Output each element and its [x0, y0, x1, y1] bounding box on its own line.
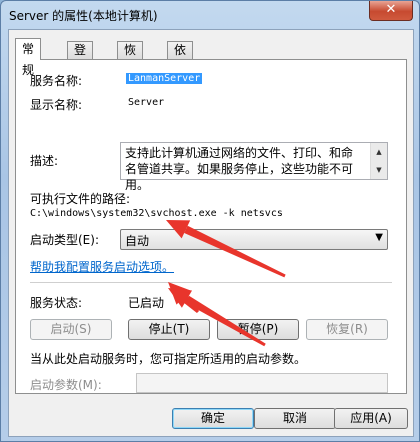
tab-recovery[interactable]: 恢复 [117, 41, 144, 74]
params-label: 启动参数(M): [30, 378, 102, 392]
service-name-label: 服务名称: [30, 74, 83, 88]
window-title: Server 的属性(本地计算机) [9, 9, 158, 23]
chevron-down-icon: ▼ [375, 232, 383, 243]
close-button[interactable]: ✕ [369, 1, 413, 21]
stop-button[interactable]: 停止(T) [128, 319, 210, 340]
status-label: 服务状态: [30, 296, 83, 310]
divider [30, 282, 392, 283]
tab-logon[interactable]: 登录 [67, 41, 94, 74]
description-text: 支持此计算机通过网络的文件、打印、和命名管道共享。如果服务停止，这些功能不可用。 [125, 146, 354, 192]
description-scrollbar[interactable]: ▲ ▼ [370, 143, 387, 179]
display-name-label: 显示名称: [30, 98, 83, 112]
help-link[interactable]: 帮助我配置服务启动选项。 [30, 258, 174, 275]
tab-general[interactable]: 常规 [15, 38, 42, 77]
service-name-wrapper: LanmanServer [126, 73, 203, 84]
pause-button[interactable]: 暂停(P) [217, 319, 299, 340]
dialog-client: 常规 登录 恢复 依存关系 服务名称: LanmanServer 显示名称: S… [8, 29, 414, 437]
ok-button[interactable]: 确定 [172, 408, 254, 429]
cancel-button[interactable]: 取消 [254, 408, 336, 429]
general-panel: 服务名称: LanmanServer 显示名称: Server 描述: 支持此计… [15, 59, 407, 394]
resume-button[interactable]: 恢复(R) [306, 319, 388, 340]
status-value: 已启动 [128, 296, 165, 310]
service-name-value[interactable]: LanmanServer [126, 73, 203, 84]
scroll-down-icon[interactable]: ▼ [371, 161, 387, 179]
exec-path-label: 可执行文件的路径: [30, 192, 131, 206]
params-input[interactable] [136, 373, 388, 393]
apply-button[interactable]: 应用(A) [334, 408, 408, 429]
hint-text: 当从此处启动服务时，您可指定所适用的启动参数。 [30, 352, 307, 366]
exec-path-value: C:\windows\system32\svchost.exe -k netsv… [30, 208, 283, 219]
properties-window: Server 的属性(本地计算机) ✕ 常规 登录 恢复 依存关系 服务名称: … [0, 0, 420, 442]
startup-type-value: 自动 [125, 234, 150, 248]
start-button[interactable]: 启动(S) [30, 319, 112, 340]
startup-type-select[interactable]: 自动 ▼ [120, 229, 388, 250]
description-box[interactable]: 支持此计算机通过网络的文件、打印、和命名管道共享。如果服务停止，这些功能不可用。… [120, 142, 388, 192]
startup-type-label: 启动类型(E): [30, 233, 99, 247]
display-name-value: Server [128, 97, 165, 108]
description-label: 描述: [30, 154, 59, 168]
tab-dependencies[interactable]: 依存关系 [167, 41, 194, 108]
scroll-up-icon[interactable]: ▲ [371, 143, 387, 161]
